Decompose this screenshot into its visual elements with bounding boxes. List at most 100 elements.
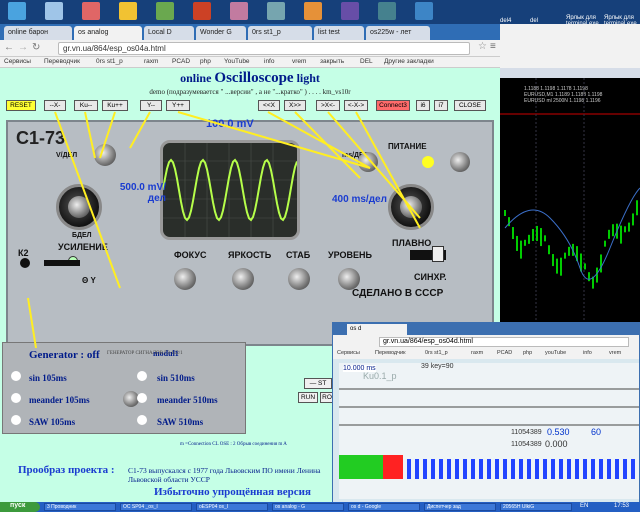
app-icon[interactable]	[304, 2, 322, 20]
tab-6[interactable]: os225w - лет	[366, 26, 430, 40]
bookmark-item[interactable]: info	[583, 350, 592, 356]
menu-icon[interactable]: ≡	[490, 41, 496, 52]
bookmark-item[interactable]: Сервисы	[337, 350, 360, 356]
taskbar-item[interactable]: 3 Проводник	[44, 503, 116, 511]
bookmark-item[interactable]: PCAD	[172, 58, 190, 65]
signal-bar	[407, 459, 411, 479]
save-icon[interactable]	[45, 2, 63, 20]
taskbar-item[interactable]: oESP04 os_I	[196, 503, 268, 511]
candle	[536, 225, 538, 241]
saw105-label[interactable]: SAW 105ms	[29, 417, 75, 427]
candle	[588, 272, 590, 282]
bookmark-item[interactable]: php	[523, 350, 532, 356]
taskbar: пуск 3 Проводник ОС SP04 _os_I oESP04 os_I…	[0, 502, 640, 512]
taskbar-item[interactable]: 20565H UlkiG	[500, 503, 572, 511]
app-icon[interactable]	[415, 2, 433, 20]
app-icon[interactable]	[82, 2, 100, 20]
meander510-label[interactable]: meander 510ms	[157, 395, 218, 405]
bookmark-item[interactable]: 0rs st1_p	[425, 350, 448, 356]
taskbar-item[interactable]: os analog - G	[272, 503, 344, 511]
candle	[544, 235, 546, 242]
app-icon[interactable]	[8, 2, 26, 20]
bookmark-item[interactable]: DEL	[360, 58, 373, 65]
signal-bar	[431, 459, 435, 479]
bookmark-item[interactable]: YouTube	[224, 58, 250, 65]
reload-icon[interactable]: ↻	[32, 42, 40, 53]
win2-val4: 11054389	[511, 441, 542, 448]
language-indicator[interactable]: EN	[580, 503, 588, 509]
simplified-label: Избыточно упрощённая версия	[154, 486, 311, 498]
bookmark-item[interactable]: raxm	[144, 58, 158, 65]
bookmark-item[interactable]: закрыть	[320, 58, 344, 65]
bookmark-item[interactable]: Сервисы	[4, 58, 31, 65]
bookmark-item[interactable]: PCAD	[497, 350, 512, 356]
bookmark-item[interactable]: php	[200, 58, 211, 65]
win2-ku-label: Ku0.1_p	[363, 371, 397, 381]
meander105-label[interactable]: meander 105ms	[29, 395, 90, 405]
saw510-radio[interactable]	[137, 415, 147, 425]
taskbar-item[interactable]: os d - Google	[348, 503, 420, 511]
run-button[interactable]: RUN	[298, 392, 318, 403]
bookmark-item[interactable]: Другие закладки	[384, 58, 434, 65]
tab-4[interactable]: 0rs st1_p	[248, 26, 312, 40]
signal-bar	[607, 459, 611, 479]
bookmark-item[interactable]: vrem	[292, 58, 306, 65]
bookmark-item[interactable]: Переводчик	[44, 58, 80, 65]
taskbar-item[interactable]: ОС SP04 _os_I	[120, 503, 192, 511]
bookmark-item[interactable]: 0rs st1_p	[96, 58, 123, 65]
sin510-radio[interactable]	[137, 371, 147, 381]
signal-bar	[615, 459, 619, 479]
signal-bar	[463, 459, 467, 479]
meander510-radio[interactable]	[137, 393, 147, 403]
bookmark-item[interactable]: raxm	[471, 350, 483, 356]
app-icon[interactable]	[341, 2, 359, 20]
app-icon[interactable]	[230, 2, 248, 20]
bookmark-item[interactable]: youTube	[545, 350, 566, 356]
st-button[interactable]: — ST	[304, 378, 332, 389]
app-icon[interactable]	[378, 2, 396, 20]
bookmark-item[interactable]: Переводчик	[375, 350, 405, 356]
bookmark-item[interactable]: vrem	[609, 350, 621, 356]
signal-bar	[599, 459, 603, 479]
signal-bar	[471, 459, 475, 479]
signal-bar	[527, 459, 531, 479]
address-bar: ← → ↻ gr.vn.ua/864/esp_os04a.html ☆ ≡	[0, 40, 500, 57]
forward-icon[interactable]: →	[18, 42, 28, 53]
signal-bar	[551, 459, 555, 479]
bookmark-item[interactable]: info	[264, 58, 274, 65]
prototype-label: Прообраз проекта :	[18, 464, 115, 476]
taskbar-item[interactable]: Диспетчер зад	[424, 503, 496, 511]
tab-2[interactable]: Local D	[144, 26, 194, 40]
tab-0[interactable]: online барон	[4, 26, 72, 40]
signal-bar	[479, 459, 483, 479]
tab-5[interactable]: list test	[314, 26, 364, 40]
candle	[548, 245, 550, 255]
tab-3[interactable]: Wonder G	[196, 26, 246, 40]
sin105-radio[interactable]	[11, 371, 21, 381]
start-button[interactable]: пуск	[0, 502, 40, 512]
sin105-label[interactable]: sin 105ms	[29, 373, 67, 383]
app-icon[interactable]	[267, 2, 285, 20]
url-input[interactable]: gr.vn.ua/864/esp_os04a.html	[58, 42, 470, 55]
saw105-radio[interactable]	[11, 415, 21, 425]
app-icon[interactable]	[156, 2, 174, 20]
candle	[556, 258, 558, 274]
signal-bar	[559, 459, 563, 479]
win2-url-input[interactable]: gr.vn.ua/864/esp_os04d.html	[379, 337, 629, 347]
signal-bar	[495, 459, 499, 479]
star-icon[interactable]: ☆	[478, 41, 487, 52]
guide-line-7	[294, 111, 361, 179]
chrome-icon[interactable]	[119, 2, 137, 20]
signal-bar	[455, 459, 459, 479]
back-icon[interactable]: ←	[4, 42, 14, 53]
sin510-label[interactable]: sin 510ms	[157, 373, 195, 383]
meander105-radio[interactable]	[11, 393, 21, 403]
tab-1[interactable]: os analog	[74, 26, 142, 40]
win2-titlebar: os d	[333, 323, 639, 335]
saw510-label[interactable]: SAW 510ms	[157, 417, 203, 427]
candle	[504, 210, 506, 216]
app-icon[interactable]	[193, 2, 211, 20]
connection-status-text: m =Connection CL OSE : 2 Обрыв соединени…	[180, 442, 287, 447]
win2-tab[interactable]: os d	[347, 324, 407, 335]
signal-bar	[423, 459, 427, 479]
